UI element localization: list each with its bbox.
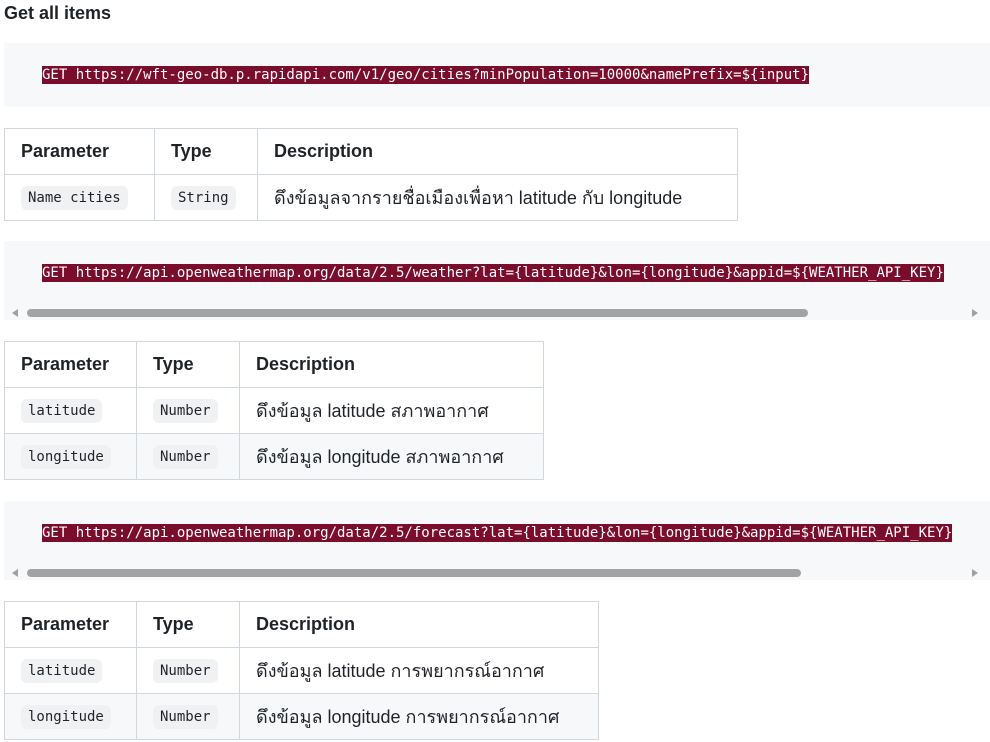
table-row: longitude Number ดึงข้อมูล longitude การ… [4,693,599,740]
param-cell: Name cities [4,174,155,221]
header-type: Type [136,341,240,388]
header-parameter: Parameter [4,341,137,388]
type-cell: Number [136,433,240,480]
scroll-thumb[interactable] [27,569,801,577]
type-cell: String [154,174,258,221]
scroll-right-arrow-icon[interactable] [972,569,978,577]
type-code: Number [153,444,218,469]
scroll-right-arrow-icon[interactable] [972,309,978,317]
code-block-weather[interactable]: GET https://api.openweathermap.org/data/… [4,241,990,320]
code-block-cities: GET https://wft-geo-db.p.rapidapi.com/v1… [4,43,990,107]
type-code: String [171,185,236,210]
type-code: Number [153,658,218,683]
scroll-left-arrow-icon[interactable] [12,569,18,577]
description-cell: ดึงข้อมูลจากรายชื่อเมืองเพื่อหา latitude… [257,174,738,221]
param-cell: latitude [4,647,137,694]
scroll-thumb[interactable] [27,309,808,317]
code-line: GET https://api.openweathermap.org/data/… [42,264,944,282]
description-cell: ดึงข้อมูล longitude การพยากรณ์อากาศ [239,693,599,740]
horizontal-scrollbar[interactable] [4,306,990,320]
header-type: Type [136,601,240,648]
section-heading: Get all items [4,3,112,23]
header-parameter: Parameter [4,601,137,648]
param-cell: longitude [4,693,137,740]
header-description: Description [257,128,738,175]
param-code: Name cities [21,185,128,210]
params-table-weather: Parameter Type Description latitude Numb… [4,341,544,480]
params-table-cities: Parameter Type Description Name cities S… [4,128,738,221]
params-table-forecast: Parameter Type Description latitude Numb… [4,601,599,740]
header-parameter: Parameter [4,128,155,175]
table-row: longitude Number ดึงข้อมูล longitude สภา… [4,433,544,480]
code-line: GET https://api.openweathermap.org/data/… [42,524,953,542]
table-header-row: Parameter Type Description [4,341,544,388]
type-code: Number [153,704,218,729]
table-header-row: Parameter Type Description [4,128,738,175]
header-description: Description [239,341,544,388]
param-cell: latitude [4,387,137,434]
table-row: latitude Number ดึงข้อมูล latitude การพย… [4,647,599,694]
code-block-forecast[interactable]: GET https://api.openweathermap.org/data/… [4,501,990,580]
table-header-row: Parameter Type Description [4,601,599,648]
param-code: latitude [21,398,103,423]
type-code: Number [153,398,218,423]
description-cell: ดึงข้อมูล longitude สภาพอากาศ [239,433,544,480]
horizontal-scrollbar[interactable] [4,566,990,580]
param-code: latitude [21,658,103,683]
code-line: GET https://wft-geo-db.p.rapidapi.com/v1… [42,66,810,84]
param-code: longitude [21,704,111,729]
header-type: Type [154,128,258,175]
table-row: latitude Number ดึงข้อมูล latitude สภาพอ… [4,387,544,434]
type-cell: Number [136,693,240,740]
table-row: Name cities String ดึงข้อมูลจากรายชื่อเม… [4,174,738,221]
param-code: longitude [21,444,111,469]
header-description: Description [239,601,599,648]
description-cell: ดึงข้อมูล latitude การพยากรณ์อากาศ [239,647,599,694]
scroll-left-arrow-icon[interactable] [12,309,18,317]
param-cell: longitude [4,433,137,480]
description-cell: ดึงข้อมูล latitude สภาพอากาศ [239,387,544,434]
type-cell: Number [136,387,240,434]
type-cell: Number [136,647,240,694]
